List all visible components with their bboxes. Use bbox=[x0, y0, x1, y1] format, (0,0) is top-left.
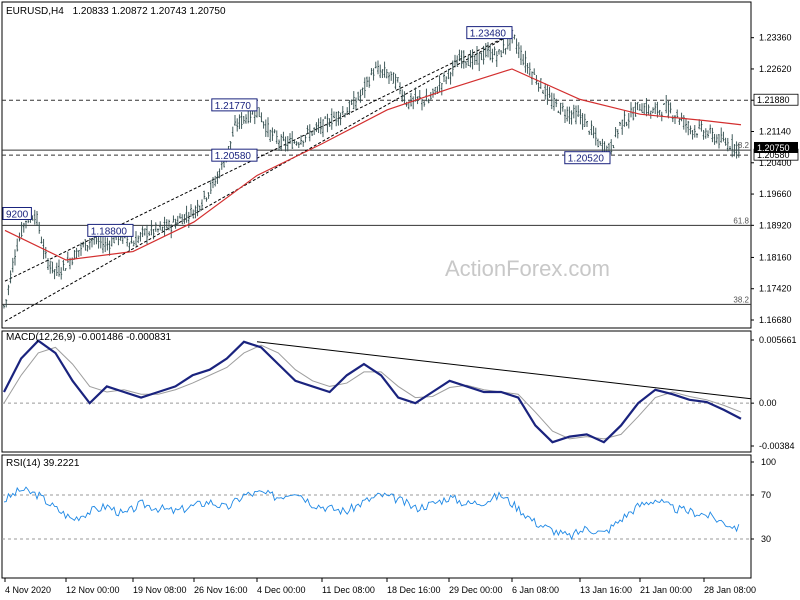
price-annotation: 1.23480 bbox=[466, 26, 513, 40]
chart-canvas: 61.8 38.2 1.23480 1.21770 1.20580 1.20520 1.18… bbox=[1, 1, 799, 595]
watermark: ActionForex.com bbox=[445, 256, 610, 281]
rsi-y-tick-label: 70 bbox=[761, 490, 771, 500]
x-tick-label: 11 Dec 08:00 bbox=[322, 585, 375, 595]
symbol-label: EURUSD,H4 1.20833 1.20872 1.20743 1.2075… bbox=[6, 6, 226, 17]
x-tick-label: 4 Nov 2020 bbox=[5, 585, 51, 595]
price-annotation: 1.18800 bbox=[87, 223, 134, 237]
x-tick-label: 12 Nov 00:00 bbox=[66, 585, 120, 595]
price-annotation: 1.20580 bbox=[211, 148, 258, 162]
ohlc-values: 1.20833 1.20872 1.20743 1.20750 bbox=[73, 6, 226, 17]
annotation-label: 1.20580 bbox=[215, 151, 252, 162]
axes: 1.233601.226201.218801.211401.204001.196… bbox=[4, 33, 799, 595]
y-tick-label: 1.22620 bbox=[759, 64, 792, 74]
rsi-panel bbox=[2, 486, 751, 541]
fib-label: 8.2 bbox=[738, 141, 750, 150]
x-tick-label: 4 Dec 00:00 bbox=[257, 585, 306, 595]
annotation-label: 9200 bbox=[6, 209, 29, 220]
annotation-label: 1.23480 bbox=[470, 29, 507, 40]
macd-y-tick-label: -0.00384 bbox=[759, 441, 795, 451]
x-tick-label: 19 Nov 08:00 bbox=[133, 585, 187, 595]
rsi-y-tick-label: 100 bbox=[761, 457, 776, 467]
y-tick-label: 1.16680 bbox=[759, 315, 792, 325]
y-tick-label: 1.21140 bbox=[759, 127, 791, 137]
price-panel-frame bbox=[1, 1, 752, 329]
macd-panel bbox=[2, 339, 752, 444]
symbol-name: EURUSD,H4 bbox=[6, 6, 64, 17]
price-annotation: 1.21770 bbox=[211, 98, 258, 112]
level-label: 38.2 bbox=[733, 295, 749, 304]
macd-title: MACD(12,26,9) -0.001486 -0.000831 bbox=[6, 332, 172, 343]
y-tick-label: 1.18920 bbox=[759, 220, 792, 230]
y-tick-label: 1.17420 bbox=[759, 284, 792, 294]
rsi-y-tick-label: 30 bbox=[761, 534, 771, 544]
x-tick-label: 26 Nov 16:00 bbox=[194, 585, 248, 595]
price-annotation: 9200 bbox=[2, 206, 32, 220]
x-tick-label: 21 Jan 00:00 bbox=[640, 585, 692, 595]
level-label: 61.8 bbox=[733, 216, 749, 225]
price-panel: 61.8 38.2 1.23480 1.21770 1.20580 1.20520 1.18… bbox=[2, 26, 751, 322]
y-tick-label: 1.23360 bbox=[759, 33, 792, 43]
macd-y-tick-label: 0.005661 bbox=[759, 335, 797, 345]
macd-signal-line bbox=[3, 344, 742, 440]
price-bars bbox=[3, 29, 740, 309]
trend-line bbox=[4, 33, 513, 322]
macd-y-tick-label: 0.00 bbox=[759, 398, 777, 408]
x-tick-label: 28 Jan 08:00 bbox=[704, 585, 756, 595]
x-tick-label: 13 Jan 16:00 bbox=[580, 585, 632, 595]
rsi-title: RSI(14) 39.2221 bbox=[6, 458, 80, 469]
y-tick-label: 1.18160 bbox=[759, 252, 792, 262]
y-tick-label: 1.19660 bbox=[759, 189, 792, 199]
current-price-label: 1.20750 bbox=[757, 143, 790, 153]
x-tick-label: 29 Dec 00:00 bbox=[449, 585, 503, 595]
x-tick-label: 18 Dec 16:00 bbox=[387, 585, 441, 595]
price-annotation: 1.20520 bbox=[564, 151, 611, 165]
annotation-label: 1.18800 bbox=[91, 226, 128, 237]
level-axis-label: 1.21880 bbox=[757, 95, 790, 105]
x-tick-label: 6 Jan 08:00 bbox=[512, 585, 559, 595]
annotation-label: 1.20520 bbox=[568, 154, 605, 165]
annotation-label: 1.21770 bbox=[215, 101, 252, 112]
rsi-panel-frame bbox=[1, 454, 752, 579]
